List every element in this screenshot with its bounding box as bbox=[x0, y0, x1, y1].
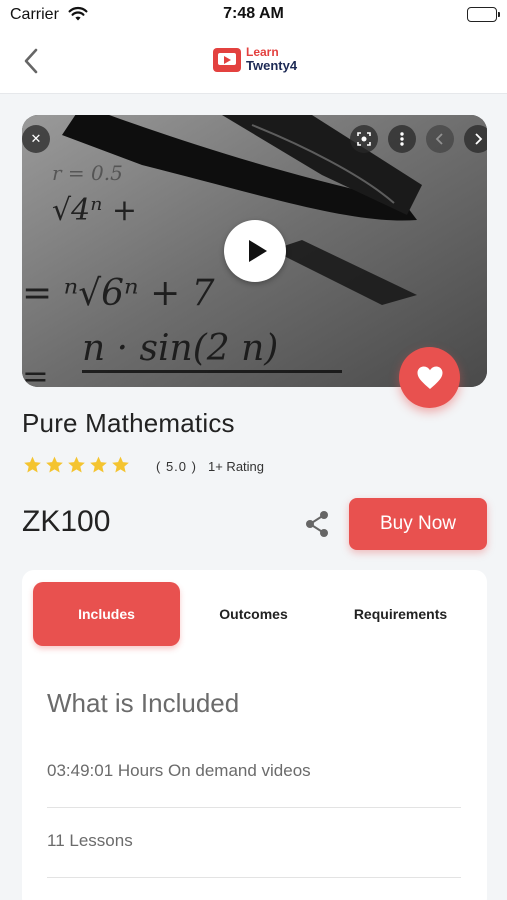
play-video-button[interactable] bbox=[224, 220, 286, 282]
next-button[interactable] bbox=[464, 125, 487, 153]
svg-text:n · sin(2 n): n · sin(2 n) bbox=[82, 328, 278, 369]
svg-text:=: = bbox=[22, 357, 49, 387]
clock-label: 7:48 AM bbox=[223, 5, 284, 22]
close-icon: ✕ bbox=[30, 131, 42, 146]
course-title: Pure Mathematics bbox=[22, 408, 235, 438]
list-item: 11 Lessons bbox=[47, 808, 461, 878]
list-item: 03:49:01 Hours On demand videos bbox=[47, 738, 461, 808]
favorite-button[interactable] bbox=[399, 347, 460, 408]
status-bar: Carrier 7:48 AM bbox=[0, 0, 507, 30]
app-logo: Learn Twenty4 bbox=[213, 45, 299, 77]
share-button[interactable] bbox=[301, 508, 333, 540]
heart-icon bbox=[417, 366, 442, 389]
star-icon bbox=[112, 456, 129, 473]
rating-count: 1+ Rating bbox=[208, 459, 265, 474]
course-details-panel: Includes Outcomes Requirements What is I… bbox=[22, 570, 487, 900]
svg-text:= ⁿ√6ⁿ + 7: = ⁿ√6ⁿ + 7 bbox=[22, 273, 215, 314]
course-video-thumbnail[interactable]: √4ⁿ + = ⁿ√6ⁿ + 7 n · sin(2 n) = r = 0.5 … bbox=[22, 115, 487, 387]
rating-value: ( 5.0 ) bbox=[156, 459, 197, 474]
include-item-text: 03:49:01 Hours On demand videos bbox=[47, 761, 311, 780]
chevron-left-icon bbox=[24, 48, 38, 74]
more-options-button[interactable] bbox=[388, 125, 416, 153]
buy-now-button[interactable]: Buy Now bbox=[349, 498, 487, 550]
close-media-button[interactable]: ✕ bbox=[22, 125, 50, 153]
lens-icon bbox=[357, 132, 371, 146]
navigation-bar: Learn Twenty4 bbox=[0, 30, 507, 94]
previous-button[interactable] bbox=[426, 125, 454, 153]
include-item-text: 11 Lessons bbox=[47, 831, 133, 850]
share-icon bbox=[306, 511, 328, 537]
back-button[interactable] bbox=[14, 44, 48, 78]
more-vertical-icon bbox=[400, 132, 404, 146]
play-icon bbox=[248, 240, 267, 262]
tab-outcomes[interactable]: Outcomes bbox=[180, 582, 327, 646]
tab-includes[interactable]: Includes bbox=[33, 582, 180, 646]
logo-play-badge-icon bbox=[213, 48, 241, 72]
course-price: ZK100 bbox=[22, 505, 111, 538]
star-icon bbox=[68, 456, 85, 473]
star-icon bbox=[46, 456, 63, 473]
logo-text-line2: Twenty4 bbox=[246, 58, 298, 73]
chevron-right-icon bbox=[475, 133, 483, 145]
lens-button[interactable] bbox=[350, 125, 378, 153]
svg-text:√4ⁿ +: √4ⁿ + bbox=[52, 193, 137, 228]
star-icon bbox=[90, 456, 107, 473]
battery-nub bbox=[498, 12, 500, 17]
tab-requirements[interactable]: Requirements bbox=[327, 582, 474, 646]
svg-text:r = 0.5: r = 0.5 bbox=[52, 161, 123, 185]
section-heading: What is Included bbox=[47, 688, 240, 718]
battery-icon bbox=[467, 7, 500, 22]
star-rating bbox=[22, 455, 131, 475]
star-icon bbox=[24, 456, 41, 473]
chevron-left-icon bbox=[435, 133, 443, 145]
course-detail-screen: Carrier 7:48 AM Learn Twenty4 √4ⁿ + = ⁿ√… bbox=[0, 0, 507, 900]
